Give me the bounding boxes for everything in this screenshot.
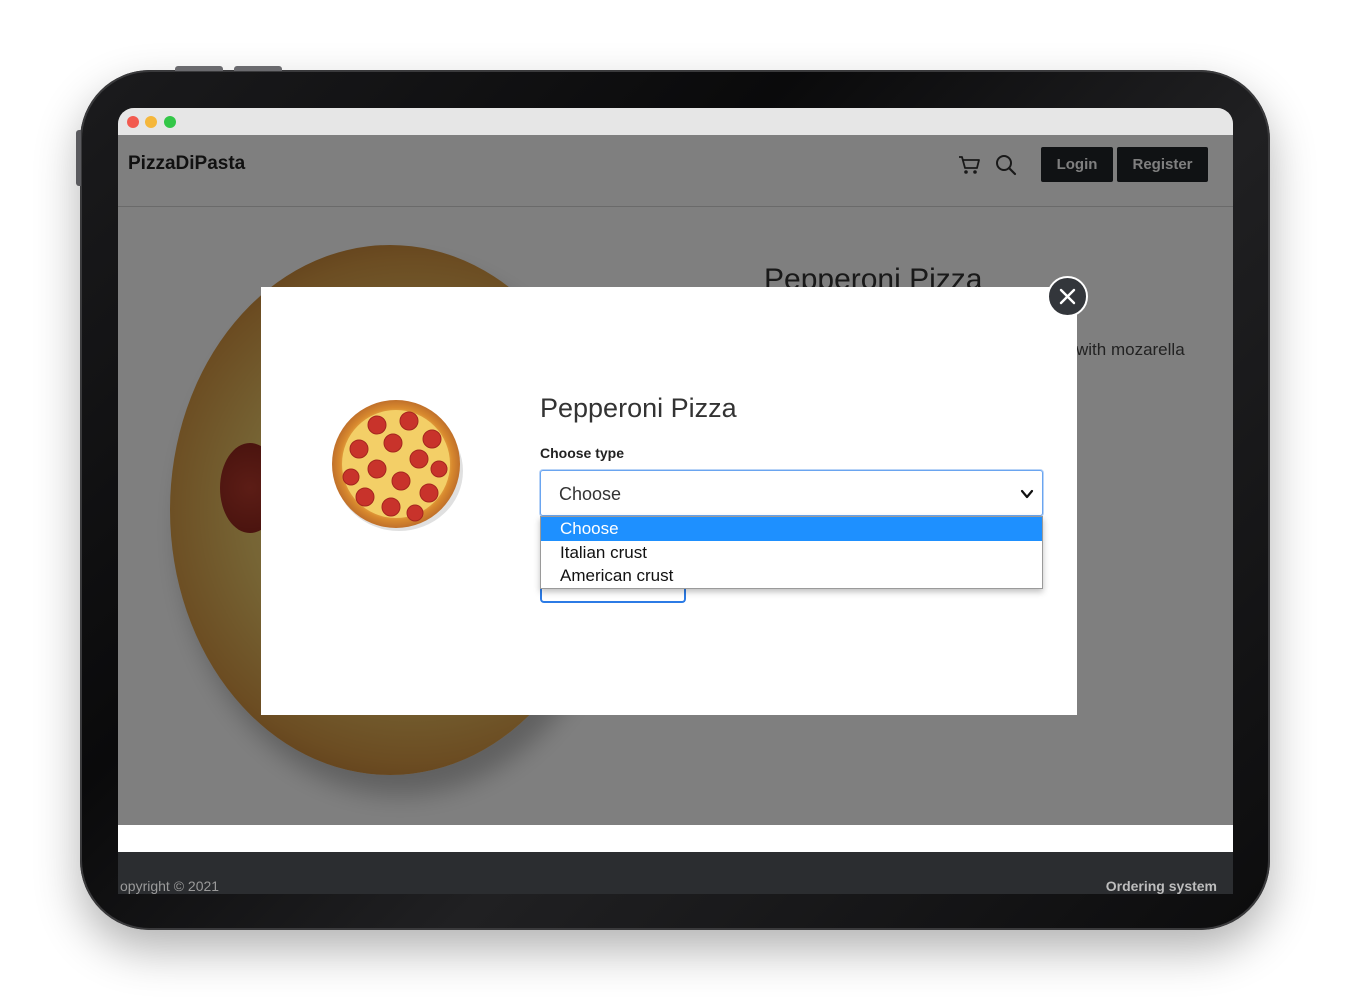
dropdown-option-american-crust[interactable]: American crust <box>541 564 1042 588</box>
tablet-top-button <box>234 66 282 71</box>
window-titlebar <box>118 108 1233 135</box>
tablet-top-button <box>175 66 223 71</box>
chevron-down-icon <box>1020 489 1034 499</box>
copyright-text: opyright © 2021 <box>120 878 220 894</box>
pizza-image <box>332 400 463 531</box>
footer-right-text: Ordering system <box>1105 878 1217 894</box>
modal-title: Pepperoni Pizza <box>540 393 737 423</box>
minimize-window-dot[interactable] <box>145 116 157 128</box>
footer: opyright © 2021 Ordering system <box>118 852 1233 894</box>
crust-type-dropdown: Choose Italian crust American crust <box>540 516 1043 589</box>
product-modal: Pepperoni Pizza Choose type Choose Choos… <box>261 287 1077 715</box>
dropdown-option-italian-crust[interactable]: Italian crust <box>541 541 1042 565</box>
close-window-dot[interactable] <box>127 116 139 128</box>
maximize-window-dot[interactable] <box>164 116 176 128</box>
select-current-value: Choose <box>559 484 622 504</box>
modal-close-button[interactable] <box>1047 276 1088 317</box>
crust-type-select[interactable]: Choose <box>540 470 1043 516</box>
dropdown-option-choose[interactable]: Choose <box>541 517 1042 541</box>
close-icon <box>1059 288 1076 305</box>
choose-type-label: Choose type <box>540 445 625 461</box>
tablet-side-button <box>76 130 81 186</box>
